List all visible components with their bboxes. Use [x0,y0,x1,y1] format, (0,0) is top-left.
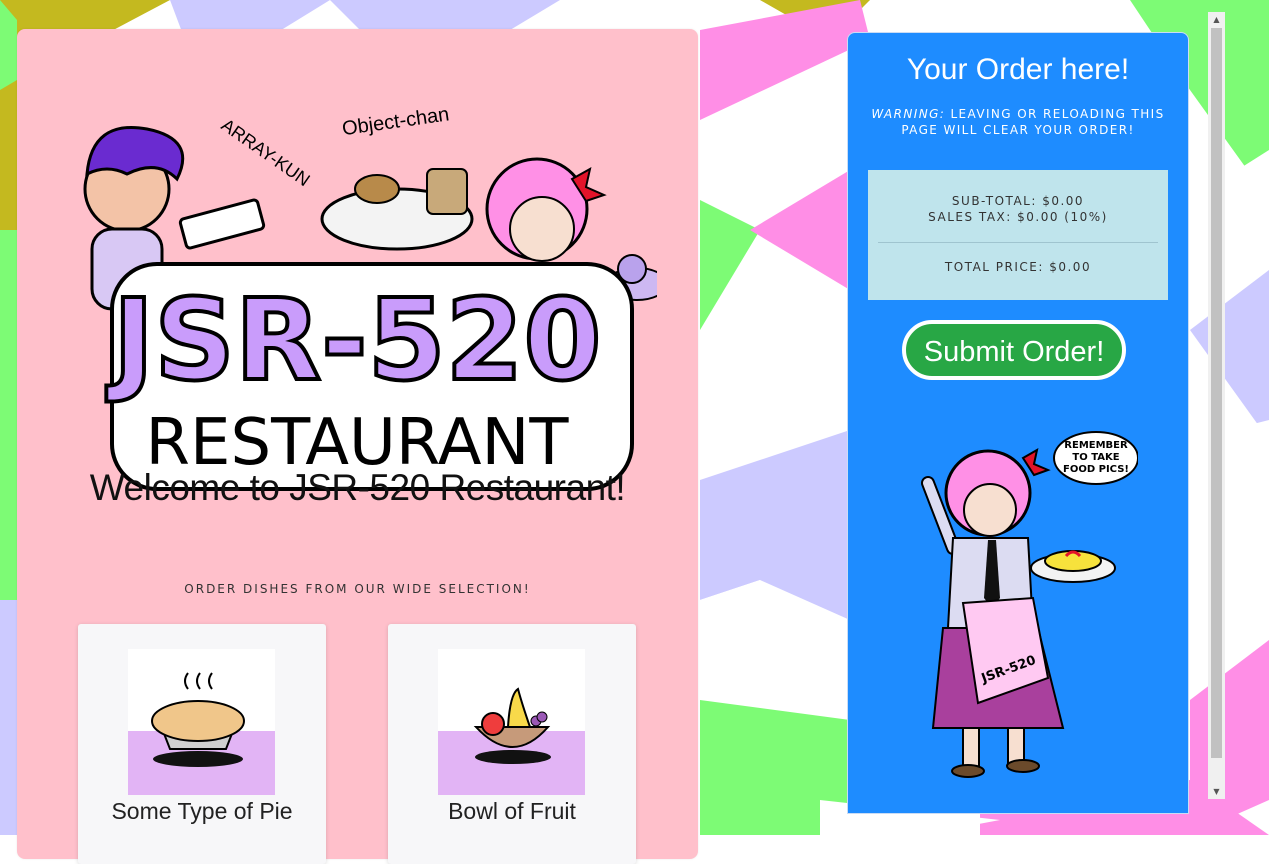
order-warning: WARNING: LEAVING OR RELOADING THIS PAGE … [866,106,1170,138]
speech-line-2: TO TAKE [1072,452,1119,463]
welcome-heading: Welcome to JSR-520 Restaurant! [89,467,626,508]
dish-card-pie[interactable]: Some Type of Pie [78,624,326,864]
order-title: Your Order here! [906,53,1130,86]
dish-name: Some Type of Pie [111,798,293,824]
total-price: TOTAL PRICE: $0.00 [944,260,1092,274]
restaurant-logo: ARRAY-KUN Object-chan JSR-520 RESTAURANT [83,103,657,491]
pie-image [128,649,275,795]
logo-title: JSR-520 [106,276,602,406]
summary-divider [878,242,1158,243]
order-panel: Your Order here! WARNING: LEAVING OR REL… [847,32,1189,814]
subtotal: SUB-TOTAL: $0.00 [951,194,1085,208]
dish-card-fruit[interactable]: Bowl of Fruit [388,624,636,864]
speech-line-1: REMEMBER [1064,440,1128,451]
scroll-down-arrow-icon[interactable]: ▼ [1208,784,1225,799]
logo-wordmark: JSR-520 RESTAURANT [104,262,634,491]
dish-name: Bowl of Fruit [448,798,576,824]
speech-line-3: FOOD PICS! [1063,464,1129,475]
fruit-bowl-image [438,649,585,795]
order-scrollbar[interactable]: ▲ ▼ [1208,12,1225,799]
scroll-thumb[interactable] [1211,28,1222,758]
menu-panel: ARRAY-KUN Object-chan JSR-520 RESTAURANT… [17,29,698,864]
logo-label-left: ARRAY-KUN [218,115,314,190]
warning-label: WARNING: [871,107,946,121]
order-summary: SUB-TOTAL: $0.00 SALES TAX: $0.00 (10%) … [868,170,1168,300]
submit-order-button[interactable]: Submit Order! [902,320,1126,380]
logo-label-right: Object-chan [341,103,451,140]
sales-tax: SALES TAX: $0.00 (10%) [928,210,1108,224]
mascot-image: REMEMBER TO TAKE FOOD PICS! JSR-520 [921,431,1138,778]
menu-subtitle: ORDER DISHES FROM OUR WIDE SELECTION! [184,582,531,596]
scroll-up-arrow-icon[interactable]: ▲ [1208,12,1225,27]
